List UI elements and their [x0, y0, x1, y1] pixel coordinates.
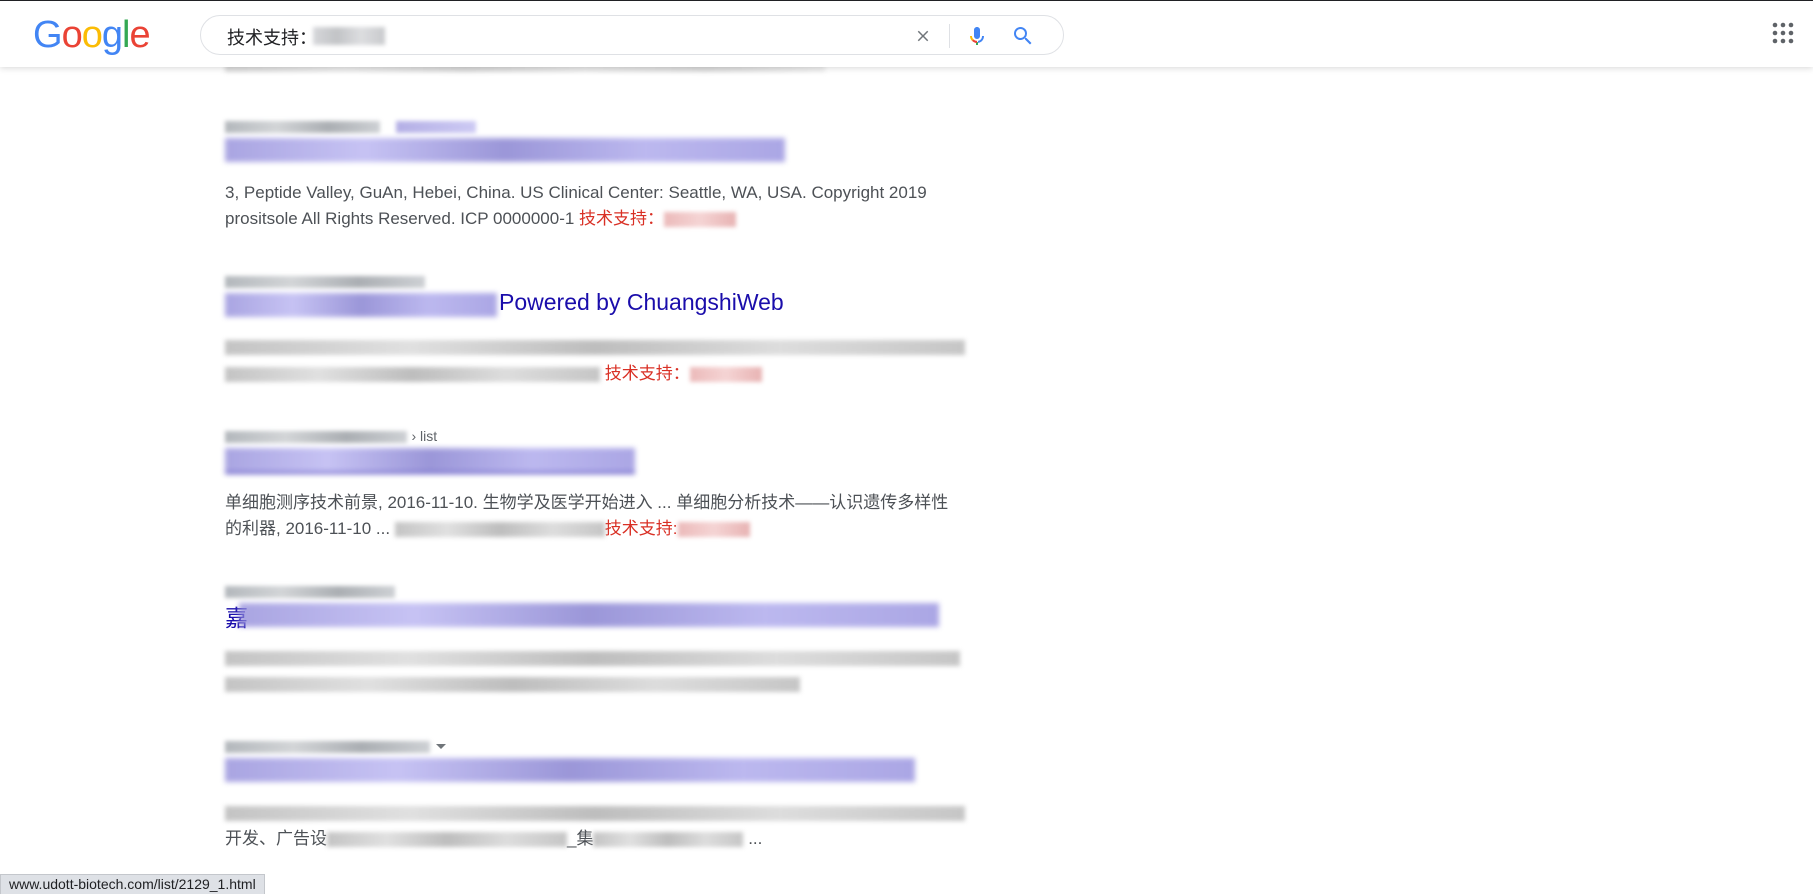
blurred-snippet	[225, 677, 800, 692]
blurred-url	[225, 740, 430, 753]
snippet-highlight: 技术支持:	[604, 519, 678, 538]
result-url[interactable]	[225, 118, 477, 134]
snippet-text: ...	[743, 829, 763, 848]
blurred-translate-link	[396, 120, 477, 133]
snippet-text: 开发、广告设	[225, 829, 327, 848]
result-title[interactable]	[225, 138, 785, 162]
blurred-snippet	[394, 522, 605, 538]
apps-grid-icon[interactable]	[1771, 21, 1795, 45]
search-box	[200, 15, 1064, 55]
logo-letter: G	[33, 14, 63, 56]
result-snippet-line: prositsole All Rights Reserved. ICP 0000…	[225, 206, 737, 232]
result-url[interactable]	[225, 273, 425, 289]
blurred-url	[225, 275, 425, 288]
search-divider	[949, 24, 950, 48]
link-status-bar: www.udott-biotech.com/list/2129_1.html	[0, 874, 265, 894]
blurred-url	[225, 120, 380, 133]
close-icon[interactable]	[911, 24, 935, 48]
search-icon[interactable]	[1011, 24, 1035, 48]
result-title[interactable]	[239, 603, 939, 627]
blurred-url	[225, 585, 395, 598]
logo-letter: o	[61, 14, 83, 56]
blurred-snippet	[225, 806, 965, 821]
blurred-keyword	[664, 212, 737, 228]
blurred-keyword	[689, 367, 762, 383]
result-title[interactable]	[225, 758, 915, 782]
blurred-snippet	[225, 367, 600, 383]
result-url[interactable]	[225, 738, 446, 754]
result-snippet-line: 单细胞测序技术前景, 2016-11-10. 生物学及医学开始进入 ... 单细…	[225, 493, 949, 512]
blurred-url	[225, 430, 407, 443]
search-input[interactable]	[225, 25, 789, 49]
result-url[interactable]	[225, 583, 395, 599]
result-snippet-line: 3, Peptide Valley, GuAn, Hebei, China. U…	[225, 183, 927, 202]
blurred-snippet	[327, 832, 567, 848]
logo-letter: l	[121, 14, 131, 56]
result-title-blurred[interactable]	[225, 293, 497, 317]
result-snippet-line: 开发、广告设 _集 ...	[225, 826, 762, 852]
snippet-text: prositsole All Rights Reserved. ICP 0000…	[225, 209, 580, 228]
logo-letter: e	[129, 14, 150, 56]
blurred-keyword	[677, 522, 750, 538]
result-title[interactable]: Powered by ChuangshiWeb	[499, 289, 784, 316]
blurred-snippet	[225, 340, 965, 355]
url-path: › list	[411, 428, 438, 444]
chevron-down-icon[interactable]	[436, 744, 446, 750]
snippet-highlight: 技术支持：	[604, 364, 690, 383]
microphone-icon[interactable]	[965, 23, 989, 49]
blurred-snippet	[593, 832, 744, 848]
result-snippet-line: 技术支持：	[225, 361, 762, 387]
top-bar: Google	[0, 0, 1813, 67]
snippet-text: _集	[567, 829, 594, 848]
logo-letter: o	[81, 14, 103, 56]
result-title[interactable]	[225, 448, 635, 474]
snippet-highlight: 技术支持：	[579, 209, 665, 228]
snippet-text: 的利器, 2016-11-10 ...	[225, 519, 395, 538]
result-snippet-line: 的利器, 2016-11-10 ... 技术支持:	[225, 516, 750, 542]
logo-letter: g	[101, 14, 123, 56]
blurred-query-text	[313, 27, 385, 45]
result-url[interactable]: › list	[225, 428, 437, 444]
google-logo[interactable]: Google	[33, 14, 151, 56]
blurred-snippet	[225, 651, 960, 666]
